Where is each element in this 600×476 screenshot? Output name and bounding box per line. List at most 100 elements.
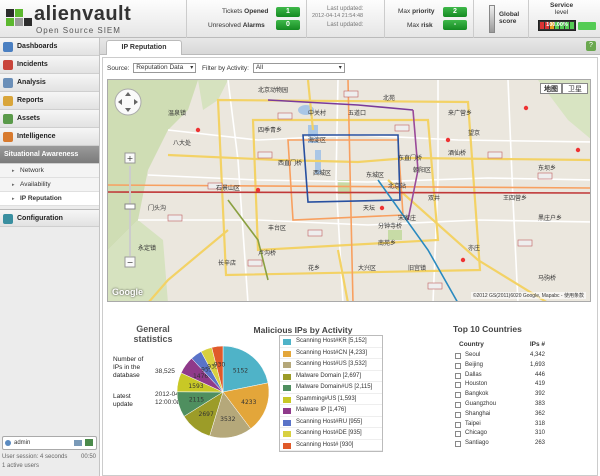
global-score-meter xyxy=(489,5,495,33)
map-place-label: 永定镇 xyxy=(138,244,156,252)
legend-item[interactable]: Scanning Host#US [3,532] xyxy=(280,359,382,371)
row-checkbox[interactable] xyxy=(455,382,461,389)
map-place-label: 望京 xyxy=(468,129,480,137)
map-place-label: 温泉镇 xyxy=(168,109,186,117)
ips-count-value: 38,525 xyxy=(155,368,175,375)
legend-item[interactable]: Scanning Host# [930] xyxy=(280,440,382,451)
legend-swatch xyxy=(283,442,291,449)
session-info: User session: 4 seconds 00:50 1 active us… xyxy=(2,453,98,471)
legend-item[interactable]: Scanning Host#RU [955] xyxy=(280,417,382,428)
sidebar-subitem-network[interactable]: Network xyxy=(0,164,99,178)
malicious-chart-title: Malicious IPs by Activity xyxy=(253,325,353,335)
sidebar-subitem-availability[interactable]: Availability xyxy=(0,178,99,192)
map-place-label: 双井 xyxy=(428,194,440,202)
brand-tagline: Open Source SIEM xyxy=(36,26,121,35)
top10-row: Taipei 318 xyxy=(455,420,545,430)
pie-slice-label: 2697 xyxy=(199,411,214,418)
monitor-icon[interactable] xyxy=(85,439,93,446)
sidebar-item-reports[interactable]: Reports xyxy=(0,92,99,110)
assets-icon xyxy=(3,114,13,124)
row-checkbox[interactable] xyxy=(455,362,461,369)
top10-table: Country IPs # Seoul 4,342 Beijing 1,693 Dall… xyxy=(455,341,545,449)
row-checkbox[interactable] xyxy=(455,411,461,418)
sidebar-item-dashboards[interactable]: Dashboards xyxy=(0,38,99,56)
map-place-label: 八大处 xyxy=(173,139,191,147)
sidebar-item-incidents[interactable]: Incidents xyxy=(0,56,99,74)
pie-slice-label: 3532 xyxy=(220,416,235,423)
max-risk-button[interactable]: - xyxy=(443,20,467,30)
row-checkbox[interactable] xyxy=(455,431,461,438)
map-place-label: 丰台区 xyxy=(268,224,286,232)
session-time: 00:50 xyxy=(80,454,96,460)
sidebar-item-configuration[interactable]: Configuration xyxy=(0,209,99,227)
tab-ip-reputation[interactable]: IP Reputation xyxy=(106,40,182,55)
map-place-label: 分钟寺桥 xyxy=(378,222,402,230)
top10-row: Beijing 1,693 xyxy=(455,361,545,371)
legend-item[interactable]: Spamming#US [1,593] xyxy=(280,394,382,405)
sidebar-item-situational-awareness[interactable]: Situational Awareness xyxy=(0,146,99,164)
row-checkbox[interactable] xyxy=(455,401,461,408)
country-name: Seoul xyxy=(465,352,481,358)
country-ips: 4,342 xyxy=(529,352,545,358)
legend-label: Scanning Host#DE [935] xyxy=(296,430,362,436)
row-checkbox[interactable] xyxy=(455,421,461,428)
map-pan-control[interactable] xyxy=(114,88,142,116)
country-name: Guangzhou xyxy=(465,400,497,407)
legend-item[interactable]: Malware Domain#US [2,115] xyxy=(280,382,382,394)
country-name: Shanghai xyxy=(465,410,491,417)
service-level-value: 100.00% xyxy=(546,22,568,28)
sidebar-item-intelligence[interactable]: Intelligence xyxy=(0,128,99,146)
sidebar-item-analysis[interactable]: Analysis xyxy=(0,74,99,92)
legend-label: Scanning Host#KR [5,152] xyxy=(296,338,367,344)
top10-row: Shanghai 362 xyxy=(455,410,545,420)
max-priority-button[interactable]: 2 xyxy=(443,7,467,17)
legend-label: Malware IP [1,476] xyxy=(296,407,346,413)
legend-item[interactable]: Malware Domain [2,697] xyxy=(280,371,382,382)
row-checkbox[interactable] xyxy=(455,353,461,359)
map-place-label: 西城区 xyxy=(313,170,331,177)
session-duration: User session: 4 seconds xyxy=(2,454,68,460)
map-type-button[interactable]: 地图 xyxy=(540,83,562,94)
country-name: Taipei xyxy=(465,420,481,427)
country-ips: 362 xyxy=(534,410,545,417)
activity-select[interactable]: All xyxy=(252,63,345,74)
source-select[interactable]: Reputation Data xyxy=(133,63,197,74)
top10-row: Houston 419 xyxy=(455,380,545,390)
legend-label: Malware Domain#US [2,115] xyxy=(296,384,373,390)
legend-label: Scanning Host#RU [955] xyxy=(296,418,363,425)
reputation-map[interactable]: 北京动物园 海淀区 西城区 东城区 朝阳区 石景山区 丰台区 大兴区 亦庄 门头沟 永定镇 八大处 四季… xyxy=(107,79,591,302)
row-checkbox[interactable] xyxy=(455,441,461,448)
intelligence-icon xyxy=(3,132,13,142)
map-copyright: ©2012 GS(2011)6020 Google, Mapabc - 使用条款 xyxy=(470,292,586,299)
user-box[interactable]: admin xyxy=(2,436,97,450)
sidebar-subitem-ip-reputation[interactable]: IP Reputation xyxy=(0,192,99,206)
map-place-label: 北苑 xyxy=(383,94,395,102)
map-place-label: 旧宫镇 xyxy=(408,264,426,272)
service-level-label: Service level xyxy=(550,2,574,16)
country-ips: 310 xyxy=(534,430,545,437)
legend-item[interactable]: Scanning Host#KR [5,152] xyxy=(280,336,382,348)
top10-title: Top 10 Countries xyxy=(453,324,522,334)
unresolved-alarms-button[interactable]: 0 xyxy=(276,20,300,30)
top10-row: Seoul 4,342 xyxy=(455,351,545,361)
row-checkbox[interactable] xyxy=(455,372,461,379)
legend-item[interactable]: Malware IP [1,476] xyxy=(280,405,382,417)
configuration-icon xyxy=(3,214,13,224)
legend-swatch xyxy=(283,396,291,403)
sidebar-item-assets[interactable]: Assets xyxy=(0,110,99,128)
svg-text:+: + xyxy=(127,154,134,163)
tickets-opened-button[interactable]: 1 xyxy=(276,7,300,17)
legend-label: Scanning Host# [930] xyxy=(296,441,354,448)
map-place-label: 王四营乡 xyxy=(503,194,527,202)
mail-icon[interactable] xyxy=(74,440,82,446)
service-level-label-right xyxy=(578,22,596,30)
top10-row: Santiago 263 xyxy=(455,439,545,449)
legend-item[interactable]: Scanning Host#DE [935] xyxy=(280,428,382,440)
map-place-label: 朝阳区 xyxy=(413,166,431,174)
legend-label: Spamming#US [1,593] xyxy=(296,395,357,402)
ips-count-label: Number of IPs in the database xyxy=(113,356,144,379)
row-checkbox[interactable] xyxy=(455,392,461,399)
help-icon[interactable]: ? xyxy=(586,41,596,51)
legend-item[interactable]: Scanning Host#CN [4,233] xyxy=(280,348,382,359)
satellite-type-button[interactable]: 卫星 xyxy=(562,83,588,94)
